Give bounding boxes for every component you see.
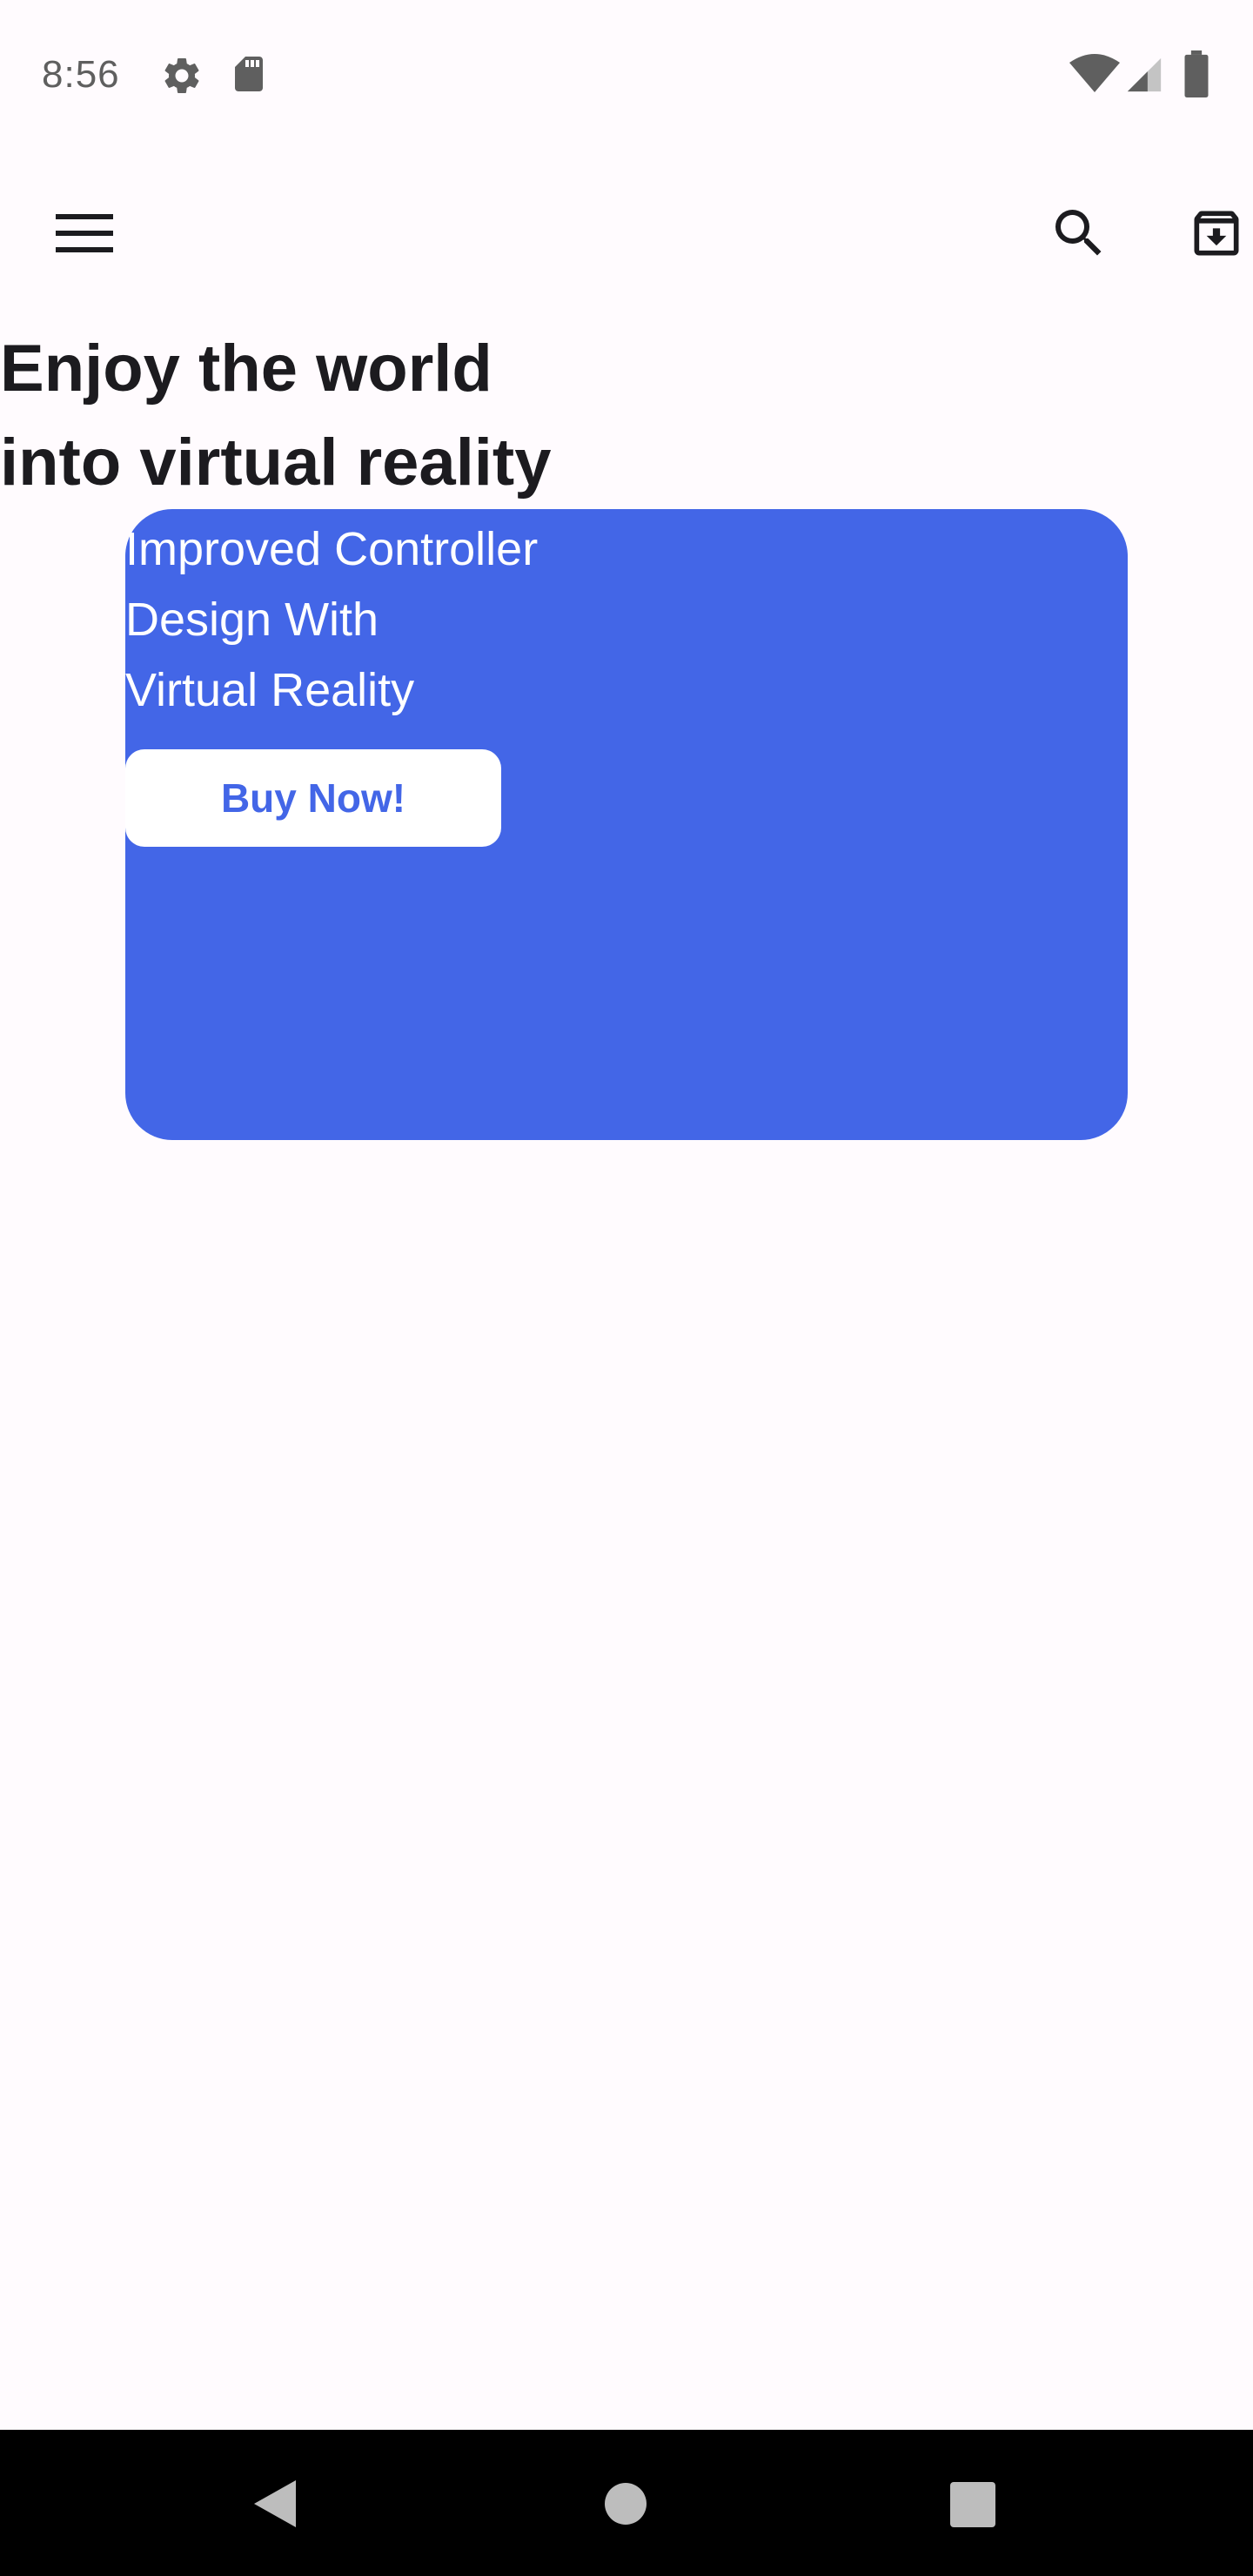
cell-signal-icon [1127, 57, 1162, 92]
promo-text-line: Design With [125, 594, 379, 646]
sd-card-icon [235, 57, 263, 91]
promo-text: Improved Controller Design With Virtual … [125, 514, 752, 726]
home-icon[interactable] [604, 2482, 647, 2526]
wifi-icon [1069, 54, 1120, 92]
hero-title-line: Enjoy the world [0, 332, 492, 406]
recents-icon[interactable] [950, 2482, 995, 2527]
back-icon[interactable] [251, 2479, 299, 2529]
status-time: 8:56 [42, 53, 120, 96]
archive-download-icon[interactable] [1187, 204, 1246, 263]
buy-now-button[interactable]: Buy Now! [125, 749, 501, 847]
menu-icon[interactable] [56, 212, 113, 254]
promo-text-line: Virtual Reality [125, 664, 415, 716]
system-nav-bar [0, 2430, 1253, 2576]
settings-icon [164, 57, 199, 93]
promo-card: Improved Controller Design With Virtual … [125, 509, 1128, 1140]
hero-title-line: into virtual reality [0, 426, 552, 500]
search-icon[interactable] [1048, 202, 1110, 265]
status-bar: 8:56 [0, 0, 1253, 148]
top-app-bar [0, 148, 1253, 322]
hero-title: Enjoy the world into virtual reality [0, 322, 661, 510]
promo-text-line: Improved Controller [125, 523, 539, 575]
battery-icon [1184, 50, 1209, 97]
